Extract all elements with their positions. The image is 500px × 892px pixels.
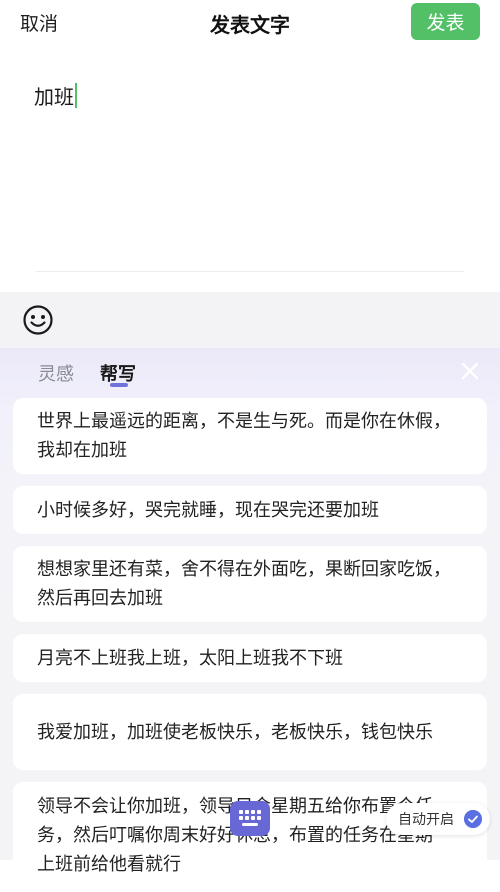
suggestion-card[interactable]: 月亮不上班我上班，太阳上班我不下班 (13, 634, 487, 682)
writing-helper-panel: 灵感 帮写 世界上最遥远的距离，不是生与死。而是你在休假，我却在加班 小时候多好… (0, 348, 500, 892)
suggestion-text: 想想家里还有菜，舍不得在外面吃，果断回家吃饭，然后再回去加班 (37, 559, 451, 609)
helper-tabs: 灵感 帮写 (0, 348, 500, 396)
text-caret (75, 83, 77, 108)
suggestion-text: 月亮不上班我上班，太阳上班我不下班 (37, 647, 343, 669)
suggestion-text: 我爱加班，加班使老板快乐，老板快乐，钱包快乐 (37, 721, 433, 743)
check-icon (464, 810, 482, 828)
editor-content[interactable]: 加班 (34, 81, 77, 110)
close-icon[interactable] (460, 361, 480, 381)
text-editor[interactable]: 加班 (0, 44, 500, 292)
suggestion-card[interactable]: 小时候多好，哭完就睡，现在哭完还要加班 (13, 486, 487, 534)
keyboard-icon (239, 810, 261, 826)
publish-button[interactable]: 发表 (411, 3, 480, 40)
suggestion-text: 小时候多好，哭完就睡，现在哭完还要加班 (37, 499, 379, 521)
suggestion-card[interactable]: 我爱加班，加班使老板快乐，老板快乐，钱包快乐 (13, 694, 487, 770)
auto-open-label: 自动开启 (398, 812, 454, 828)
suggestion-card[interactable]: 领导不会让你加班，领导只会星期五给你布置个任务，然后叮嘱你周末好好休息，布置的任… (13, 782, 487, 892)
active-tab-indicator (110, 383, 128, 387)
suggestion-text: 世界上最遥远的距离，不是生与死。而是你在休假，我却在加班 (37, 411, 451, 461)
emoji-smile-icon[interactable] (22, 304, 54, 336)
emoji-toolbar (0, 292, 500, 348)
auto-open-toggle[interactable]: 自动开启 (386, 803, 490, 835)
editor-text: 加班 (34, 85, 74, 109)
suggestion-card[interactable]: 想想家里还有菜，舍不得在外面吃，果断回家吃饭，然后再回去加班 (13, 546, 487, 622)
suggestion-card[interactable]: 世界上最遥远的距离，不是生与死。而是你在休假，我却在加班 (13, 398, 487, 474)
top-bar: 取消 发表文字 发表 (0, 0, 500, 44)
divider (36, 271, 464, 272)
tab-inspiration[interactable]: 灵感 (38, 360, 74, 386)
keyboard-button[interactable] (230, 801, 270, 836)
